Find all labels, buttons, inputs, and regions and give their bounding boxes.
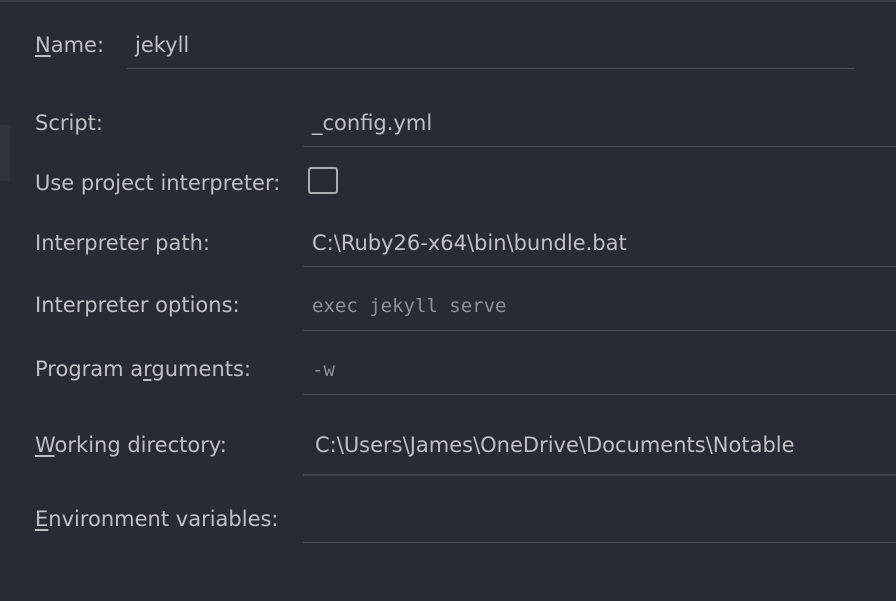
script-field[interactable]: _config.yml [303,111,896,148]
side-panel-tab[interactable] [0,125,10,181]
name-field[interactable]: jekyll [127,33,855,70]
interpreter-path-underline [303,266,896,267]
interpreter-options-underline [303,330,896,331]
program-arguments-field[interactable]: -w [303,359,896,396]
name-value: jekyll [135,33,190,57]
program-arguments-label: Program arguments: [35,357,251,381]
environment-variables-label: Environment variables: [35,507,279,531]
interpreter-path-field[interactable]: C:\Ruby26-x64\bin\bundle.bat [303,231,896,268]
environment-variables-field[interactable] [303,505,896,545]
working-directory-value: C:\Users\James\OneDrive\Documents\Notabl… [315,433,795,457]
interpreter-options-field[interactable]: exec jekyll serve [303,295,896,332]
name-mnemonic: N [35,33,51,57]
script-value: _config.yml [312,111,433,135]
use-project-interpreter-checkbox[interactable] [308,167,338,194]
interpreter-path-value: C:\Ruby26-x64\bin\bundle.bat [312,231,627,255]
environment-variables-underline [303,542,896,543]
environment-variables-mnemonic: E [35,507,49,531]
interpreter-options-label: Interpreter options: [35,293,240,317]
working-directory-label: Working directory: [35,433,227,457]
working-directory-underline [303,474,896,476]
script-label: Script: [35,111,103,135]
name-underline [127,68,855,69]
working-directory-field[interactable]: C:\Users\James\OneDrive\Documents\Notabl… [303,433,896,477]
interpreter-options-value: exec jekyll serve [312,295,507,317]
name-label: Name: [35,33,105,57]
top-border [0,0,896,2]
working-directory-mnemonic: W [35,433,55,457]
use-project-interpreter-label: Use project interpreter: [35,171,281,195]
program-arguments-underline [303,394,896,395]
script-underline [303,146,896,147]
interpreter-path-label: Interpreter path: [35,231,210,255]
program-arguments-value: -w [312,359,335,381]
